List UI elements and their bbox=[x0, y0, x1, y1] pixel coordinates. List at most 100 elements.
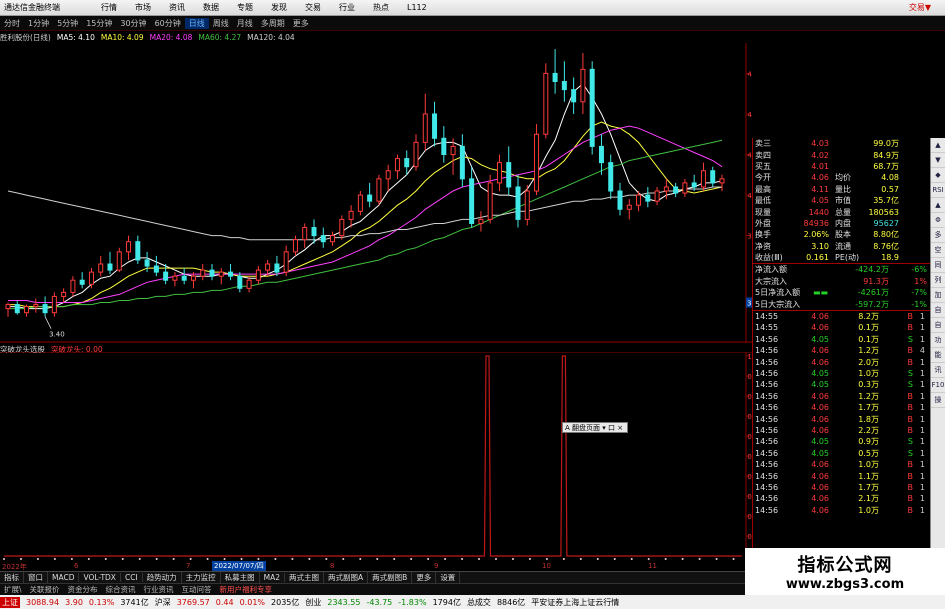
quote-row: 卖三 4.03 99.0万 bbox=[753, 138, 930, 149]
menu-item[interactable]: 行情 bbox=[92, 2, 126, 13]
period-multi[interactable]: 多周期 bbox=[257, 18, 289, 29]
toolbar-button[interactable]: 操 bbox=[931, 393, 945, 408]
fund-flow-table: 净流入额 -424.2万 -6% 大宗流入 91.3万 1% 5日净流入额 ▬▬ -4261万 -… bbox=[753, 264, 930, 310]
toolbar-button[interactable]: 功 bbox=[931, 333, 945, 348]
tab-indicator[interactable]: 指标 bbox=[0, 572, 24, 583]
tick-time: 14:56 bbox=[755, 460, 779, 470]
flow-value: -424.2万 bbox=[855, 265, 889, 275]
menu-item[interactable]: 交易 bbox=[296, 2, 330, 13]
toolbar-button[interactable]: 空 bbox=[931, 243, 945, 258]
quote-volume: 4.08 bbox=[881, 173, 899, 183]
tab-two-sub-a[interactable]: 两式副图A bbox=[324, 572, 369, 583]
toolbar-button[interactable]: 同 bbox=[931, 258, 945, 273]
candle-body bbox=[5, 304, 11, 310]
period-day[interactable]: 日线 bbox=[184, 17, 209, 29]
menu-item[interactable]: 热点 bbox=[364, 2, 398, 13]
popup-menu[interactable]: A 翻盘页面 ▾ 口 × bbox=[562, 422, 628, 433]
tab-private-main[interactable]: 私募主图 bbox=[221, 572, 260, 583]
period-month[interactable]: 月线 bbox=[233, 18, 257, 29]
tab-cci[interactable]: CCI bbox=[121, 573, 143, 582]
tab-vol[interactable]: VOL-TDX bbox=[79, 573, 121, 582]
period-week[interactable]: 周线 bbox=[209, 18, 233, 29]
toolbar-button[interactable]: 自 bbox=[931, 318, 945, 333]
tab-news[interactable]: 综合资讯 bbox=[102, 584, 140, 595]
tick-row: 14:56 4.06 1.1万 B 1 bbox=[753, 470, 930, 481]
candle-body bbox=[283, 251, 289, 273]
low-marker-line bbox=[44, 316, 52, 329]
period-60min[interactable]: 60分钟 bbox=[151, 18, 185, 29]
tab-qa[interactable]: 互动问答 bbox=[178, 584, 216, 595]
period-15min[interactable]: 15分钟 bbox=[82, 18, 116, 29]
menu-item[interactable]: 市场 bbox=[126, 2, 160, 13]
candlestick-chart[interactable]: 4.604.404.204.003.803.403.47 bbox=[0, 43, 752, 343]
menu-item[interactable]: L112 bbox=[398, 3, 436, 12]
candle-body bbox=[663, 186, 669, 192]
toolbar-button[interactable]: ▲ bbox=[931, 198, 945, 213]
period-1min[interactable]: 1分钟 bbox=[24, 18, 53, 29]
candle bbox=[14, 300, 20, 315]
toolbar-button[interactable]: ▲ bbox=[931, 138, 945, 153]
toolbar-button[interactable]: 多 bbox=[931, 228, 945, 243]
menu-item[interactable]: 专题 bbox=[228, 2, 262, 13]
period-30min[interactable]: 30分钟 bbox=[116, 18, 150, 29]
tick-price: 4.06 bbox=[811, 346, 829, 356]
sh-index-label[interactable]: 上证 bbox=[0, 596, 20, 608]
toolbar-button[interactable]: 列 bbox=[931, 273, 945, 288]
toolbar-button[interactable]: F10 bbox=[931, 378, 945, 393]
tick-side: B bbox=[907, 346, 914, 356]
candle bbox=[339, 215, 345, 240]
baseline-dot bbox=[223, 558, 226, 560]
quote-volume: 68.7万 bbox=[873, 161, 899, 171]
period-more[interactable]: 更多 bbox=[289, 18, 313, 29]
tab-new-user[interactable]: 新用户福利专享 bbox=[216, 584, 277, 595]
trade-menu[interactable]: 交易▼ bbox=[909, 2, 931, 13]
toolbar-button[interactable]: RSI bbox=[931, 183, 945, 198]
toolbar-button[interactable]: ◆ bbox=[931, 168, 945, 183]
tab-main-monitor[interactable]: 主力监控 bbox=[182, 572, 221, 583]
tab-extend[interactable]: 扩展\ bbox=[0, 584, 26, 595]
total-label: 总成交 bbox=[466, 597, 491, 607]
period-minute[interactable]: 分时 bbox=[0, 18, 24, 29]
toolbar-button[interactable]: ▼ bbox=[931, 153, 945, 168]
candle-body bbox=[645, 194, 651, 202]
baseline-dot bbox=[664, 558, 667, 560]
menu-item[interactable]: 行业 bbox=[330, 2, 364, 13]
tab-macd[interactable]: MACD bbox=[48, 573, 80, 582]
menu-item[interactable]: 资讯 bbox=[160, 2, 194, 13]
tab-trend[interactable]: 趋势动力 bbox=[143, 572, 182, 583]
tick-count: 1 bbox=[919, 380, 925, 390]
toolbar-button[interactable]: 加 bbox=[931, 288, 945, 303]
toolbar-button[interactable]: 能 bbox=[931, 348, 945, 363]
toolbar-button[interactable]: 自 bbox=[931, 303, 945, 318]
toolbar-button[interactable]: Φ bbox=[931, 213, 945, 228]
tab-industry-news[interactable]: 行业资讯 bbox=[140, 584, 178, 595]
tick-time: 14:56 bbox=[755, 471, 779, 481]
period-5min[interactable]: 5分钟 bbox=[53, 18, 82, 29]
tick-volume: 2.0万 bbox=[858, 357, 879, 367]
popup-label[interactable]: A 翻盘页面 ▾ 口 × bbox=[565, 423, 623, 432]
candle-body bbox=[107, 263, 113, 271]
sz-index-label[interactable]: 沪深 bbox=[155, 597, 171, 608]
quote-panel: 卖三 4.03 99.0万 卖四 4.02 84.9万 买五 4.01 68.7万 今开 4.06 均… bbox=[752, 138, 930, 548]
cy-index-label[interactable]: 创业 bbox=[305, 597, 321, 608]
indicator-chart[interactable]: 1.000.900.800.700.600.500.400.300.200.10 bbox=[0, 352, 752, 562]
menu-item[interactable]: 发现 bbox=[262, 2, 296, 13]
tab-two-main[interactable]: 两式主图 bbox=[285, 572, 325, 583]
baseline-dot bbox=[53, 558, 56, 560]
tab-related-quote[interactable]: 关联报价 bbox=[26, 584, 64, 595]
tick-row: 14:56 4.06 1.8万 B 1 bbox=[753, 413, 930, 424]
tab-two-sub-b[interactable]: 两式副图B bbox=[368, 572, 413, 583]
toolbar-button[interactable]: 讯 bbox=[931, 363, 945, 378]
tab-ma2[interactable]: MA2 bbox=[260, 573, 286, 582]
tab-settings[interactable]: 设置 bbox=[436, 572, 461, 583]
sz-amount: 2035亿 bbox=[271, 597, 300, 607]
candle-body bbox=[135, 241, 141, 261]
tab-window[interactable]: 窗口 bbox=[24, 572, 48, 583]
tick-count: 1 bbox=[919, 334, 925, 344]
tab-more[interactable]: 更多 bbox=[412, 572, 437, 583]
tick-time: 14:56 bbox=[755, 403, 779, 413]
tick-row: 14:56 4.06 1.7万 B 1 bbox=[753, 482, 930, 493]
menu-item[interactable]: 数据 bbox=[194, 2, 228, 13]
baseline-dot bbox=[19, 558, 22, 560]
tab-fund-dist[interactable]: 资金分布 bbox=[64, 584, 102, 595]
